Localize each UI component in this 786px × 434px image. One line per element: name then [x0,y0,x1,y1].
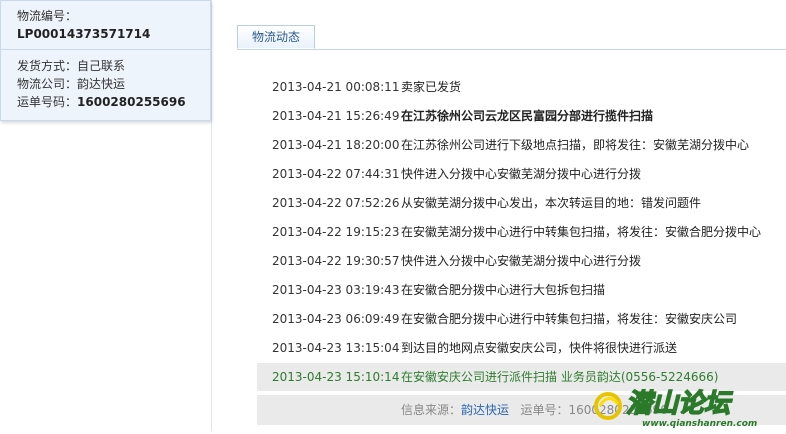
waybill-number: 1600280255696 [77,95,186,109]
tracking-event-row: 2013-04-23 03:19:43 在安徽合肥分拨中心进行大包拆包扫描 [257,276,786,305]
event-time: 2013-04-21 15:26:49 [272,109,400,123]
shipping-details-section: 发货方式：自己联系 物流公司：韵达快运 运单号码：1600280255696 [1,50,210,111]
event-description: 从安徽芜湖分拨中心发出，本次转运目的地：错发问题件 [401,196,702,210]
event-description: 到达目的地网点安徽安庆公司，快件将很快进行派送 [401,341,678,355]
waybill-label: 运单号码： [17,95,78,109]
tab-bar: 物流动态 [237,25,786,50]
event-time: 2013-04-22 07:44:31 [272,167,400,181]
tracking-event-row: 2013-04-22 19:15:23 在安徽芜湖分拨中心进行中转集包扫描，将发往… [257,218,786,247]
tracking-event-row: 2013-04-21 00:08:11 卖家已发货 [257,73,786,102]
source-waybill-label: 运单号： [520,403,569,417]
event-time: 2013-04-21 18:20:00 [272,138,400,152]
event-time: 2013-04-22 19:30:57 [272,254,400,268]
event-description: 在安徽合肥分拨中心进行大包拆包扫描 [401,283,606,297]
event-description: 在安徽合肥分拨中心进行中转集包扫描，将发往：安徽安庆公司 [401,312,738,326]
event-description: 在江苏徐州公司进行下级地点扫描，即将发往：安徽芜湖分拨中心 [401,138,750,152]
event-description: 快件进入分拨中心安徽芜湖分拨中心进行分拨 [401,167,642,181]
shipping-method: 发货方式：自己联系 [17,59,126,73]
event-description: 在江苏徐州公司云龙区民富园分部进行揽件扫描 [401,109,654,123]
logistics-number: LP00014373571714 [17,27,151,41]
tracking-event-row: 2013-04-21 18:20:00 在江苏徐州公司进行下级地点扫描，即将发往：… [257,131,786,160]
tracking-event-row: 2013-04-22 07:44:31 快件进入分拨中心安徽芜湖分拨中心进行分拨 [257,160,786,189]
sidebar: 物流编号： LP00014373571714 发货方式：自己联系 物流公司：韵达… [0,0,212,431]
tracking-event-row: 2013-04-23 13:15:04 到达目的地网点安徽安庆公司，快件将很快进行… [257,334,786,363]
tracking-event-row: 2013-04-22 07:52:26 从安徽芜湖分拨中心发出，本次转运目的地：错… [257,189,786,218]
tracking-event-row: 2013-04-23 06:09:49 在安徽合肥分拨中心进行中转集包扫描，将发往… [257,305,786,334]
event-description: 卖家已发货 [401,80,462,94]
tracking-event-row: 2013-04-21 15:26:49 在江苏徐州公司云龙区民富园分部进行揽件扫描 [257,102,786,131]
event-time: 2013-04-23 06:09:49 [272,312,400,326]
watermark-url: www.qianshanren.com [642,419,757,429]
logistics-number-section: 物流编号： LP00014373571714 [1,1,210,50]
event-time: 2013-04-22 07:52:26 [272,196,400,210]
event-time: 2013-04-21 00:08:11 [272,80,400,94]
event-time: 2013-04-23 15:10:14 [272,370,400,384]
tab-logistics-updates[interactable]: 物流动态 [237,25,315,49]
event-description: 快件进入分拨中心安徽芜湖分拨中心进行分拨 [401,254,642,268]
event-description: 在安徽芜湖分拨中心进行中转集包扫描，将发往：安徽合肥分拨中心 [401,225,762,239]
event-time: 2013-04-23 13:15:04 [272,341,400,355]
waybill-line: 运单号码：1600280255696 [17,93,210,111]
logistics-company: 韵达快运 [77,77,126,91]
logistics-company-label: 物流公司： [17,77,78,91]
logistics-company-line: 物流公司：韵达快运 [17,75,210,93]
forum-watermark: 潜山论坛 www.qianshanren.com [590,368,786,431]
logistics-info-card: 物流编号： LP00014373571714 发货方式：自己联系 物流公司：韵达… [0,0,211,121]
logistics-number-label: 物流编号： [17,9,78,23]
watermark-swirl-inner [598,397,620,407]
tracking-event-row: 2013-04-22 19:30:57 快件进入分拨中心安徽芜湖分拨中心进行分拨 [257,247,786,276]
event-time: 2013-04-22 19:15:23 [272,225,400,239]
watermark-logo: 潜山论坛 www.qianshanren.com [594,388,757,429]
source-label: 信息来源： [401,403,462,417]
source-company-link[interactable]: 韵达快运 [461,403,509,417]
event-time: 2013-04-23 03:19:43 [272,283,400,297]
watermark-title: 潜山论坛 [626,389,733,419]
